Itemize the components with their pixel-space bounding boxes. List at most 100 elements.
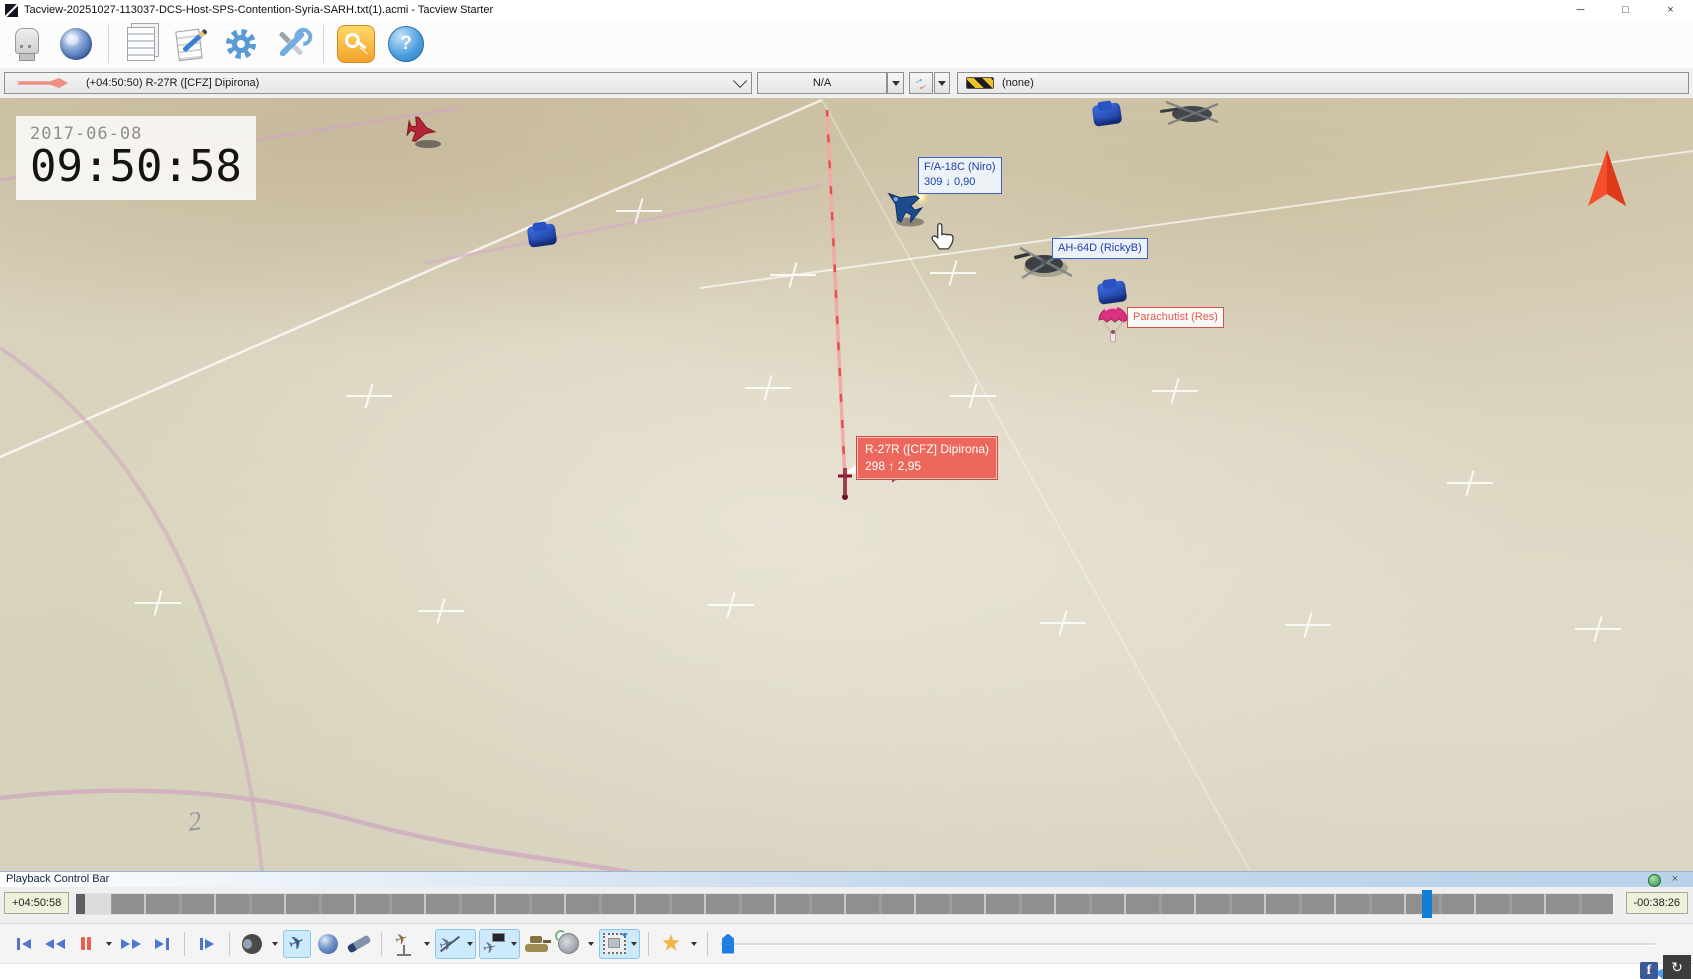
dark-helicopter[interactable] <box>1152 98 1226 128</box>
question-icon: ? <box>388 26 424 62</box>
screenshot-icon <box>602 933 626 954</box>
rewind-button[interactable] <box>41 930 69 958</box>
facebook-icon[interactable]: f <box>1640 962 1658 979</box>
crossed-plane-icon: ✈ <box>436 932 461 956</box>
bookmarks-button[interactable]: ★ <box>657 930 685 958</box>
step-forward-button[interactable] <box>193 930 221 958</box>
hand-cursor <box>931 222 954 250</box>
trajectories-button[interactable]: ✈ <box>436 930 464 958</box>
object-viewer-button[interactable]: ✈ <box>390 929 418 958</box>
bookmarks-caret[interactable] <box>688 931 699 957</box>
aircraft-view-button[interactable]: ✈ <box>283 929 311 958</box>
map-viewport[interactable]: 2017-06-08 09:50:58 2 F/A-18C (Niro) 309… <box>0 98 1693 871</box>
panel-pin-icon[interactable] <box>1648 874 1661 887</box>
primary-object-combo[interactable]: (+04:50:50) R-27R ([CFZ] Dipirona) <box>4 72 752 94</box>
map-grid-cross <box>616 198 662 224</box>
blue-vehicle[interactable] <box>1096 280 1128 305</box>
pause-button[interactable] <box>72 930 100 958</box>
r27-label[interactable]: R-27R ([CFZ] Dipirona) 298 ↑ 2,95 <box>857 437 998 479</box>
telemetry-overlay-value: (none) <box>1002 77 1034 89</box>
go-to-end-button[interactable] <box>148 930 176 958</box>
red-aircraft[interactable] <box>398 114 450 154</box>
chevron-down-icon <box>733 73 748 88</box>
remaining-time-box: -00:38:26 <box>1625 892 1688 914</box>
ground-objects-button[interactable] <box>523 930 551 958</box>
relative-mode-button[interactable]: → → <box>909 72 933 96</box>
primary-object-value: (+04:50:50) R-27R ([CFZ] Dipirona) <box>86 77 260 89</box>
ah64-label[interactable]: AH-64D (RickyB) <box>1052 238 1148 260</box>
flashlight-button[interactable] <box>345 930 373 958</box>
globe-view-button[interactable] <box>314 930 342 958</box>
caret-down-icon <box>891 80 900 86</box>
close-button[interactable]: × <box>1648 0 1693 20</box>
timeline-track[interactable] <box>76 890 1613 918</box>
playback-panel-header[interactable]: Playback Control Bar × <box>0 871 1693 887</box>
secondary-object-value: N/A <box>812 77 832 89</box>
timeline-position-marker[interactable] <box>1422 890 1432 918</box>
gear-icon <box>226 29 256 59</box>
r27-label-name: R-27R ([CFZ] Dipirona) <box>865 442 990 456</box>
screenshot-group <box>599 928 640 959</box>
labels-caret[interactable] <box>508 931 519 957</box>
go-to-start-button[interactable] <box>10 930 38 958</box>
map-grid-cross <box>930 260 976 286</box>
mission-editor-button[interactable] <box>171 23 211 65</box>
parachutist-label-name: Parachutist (Res) <box>1133 311 1218 323</box>
object-selection-bar: (+04:50:50) R-27R ([CFZ] Dipirona) N/A →… <box>0 68 1693 99</box>
relative-mode-dropdown-button[interactable] <box>934 72 950 94</box>
map-grid-cross <box>1575 616 1621 642</box>
trajectories-caret[interactable] <box>464 931 475 957</box>
sensors-caret[interactable] <box>585 931 596 957</box>
map-grid-cross <box>950 383 996 409</box>
playback-toolbar: ✈ ✈ ✈ ✈ ★ <box>0 923 1693 963</box>
maximize-button[interactable]: □ <box>1603 0 1648 20</box>
plane-on-stand-icon: ✈ <box>393 929 415 956</box>
camera-view-caret[interactable] <box>269 931 280 957</box>
r27-missile-object[interactable] <box>834 466 856 502</box>
object-viewer-caret[interactable] <box>421 931 432 957</box>
screenshot-caret[interactable] <box>628 931 639 957</box>
playback-speed-caret[interactable] <box>103 931 114 957</box>
fa18-label[interactable]: F/A-18C (Niro) 309 ↓ 0,90 <box>918 157 1002 194</box>
timeline-activity-fill <box>76 894 1613 914</box>
jet-icon: ✈ <box>285 930 309 957</box>
fa18-label-name: F/A-18C (Niro) <box>924 161 996 173</box>
labels-button[interactable]: ✈ <box>480 930 508 958</box>
update-check-icon[interactable]: ↻ <box>1663 955 1691 979</box>
parachutist-label[interactable]: Parachutist (Res) <box>1127 307 1224 329</box>
sensors-button[interactable] <box>554 930 582 958</box>
flight-log-button[interactable] <box>121 23 161 65</box>
screenshot-button[interactable] <box>600 930 628 958</box>
mission-clock: 2017-06-08 09:50:58 <box>16 116 256 201</box>
camera-view-button[interactable] <box>238 930 266 958</box>
online-button[interactable] <box>56 23 96 65</box>
globe-icon <box>60 28 92 60</box>
help-button[interactable]: ? <box>386 23 426 65</box>
open-file-button[interactable] <box>6 23 46 65</box>
telemetry-overlay-combo[interactable]: (none) <box>957 72 1689 94</box>
main-toolbar: ? <box>0 20 1693 68</box>
secondary-object-dropdown-button[interactable] <box>887 72 904 94</box>
blue-vehicle[interactable] <box>526 223 558 248</box>
zoom-slider[interactable] <box>720 931 1655 957</box>
settings-button[interactable] <box>221 23 261 65</box>
map-grid-cross <box>708 592 754 618</box>
toolbar-separator <box>229 931 230 956</box>
map-grid-cross <box>1285 612 1331 638</box>
status-strip <box>0 963 1693 979</box>
fast-forward-button[interactable] <box>117 930 145 958</box>
hazard-stripes-icon <box>966 77 994 89</box>
secondary-object-combo[interactable]: N/A <box>757 72 887 94</box>
pilot-head-icon <box>242 933 262 954</box>
panel-close-icon[interactable]: × <box>1667 872 1683 887</box>
ah64-label-name: AH-64D (RickyB) <box>1058 242 1142 254</box>
minimize-button[interactable]: ─ <box>1558 0 1603 20</box>
advanced-tools-button[interactable] <box>271 23 311 65</box>
map-grid-cross <box>135 590 181 616</box>
blue-vehicle[interactable] <box>1091 102 1123 127</box>
zoom-slider-handle[interactable] <box>722 933 734 954</box>
map-grid-cross <box>745 375 791 401</box>
toolbar-separator <box>108 25 109 63</box>
license-button[interactable] <box>336 23 376 65</box>
timeline-start-block <box>76 894 85 914</box>
